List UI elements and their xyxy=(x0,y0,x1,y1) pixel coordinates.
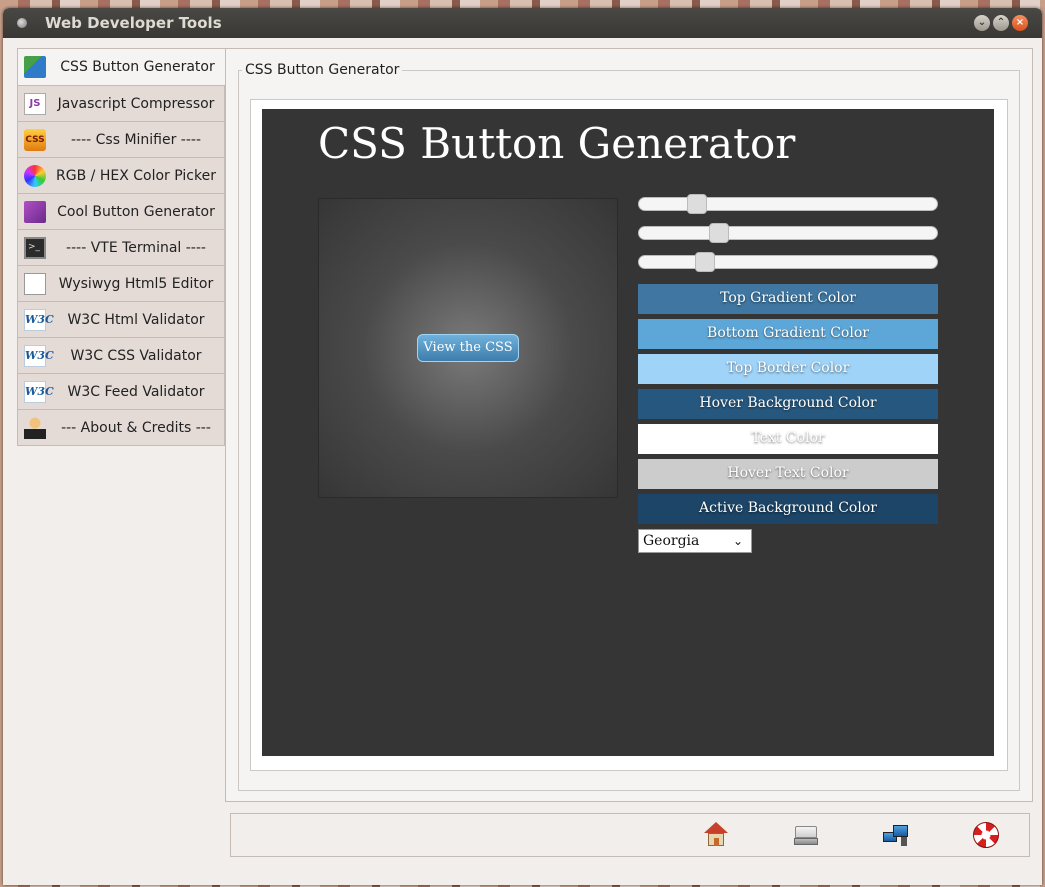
w3c-icon: W3C xyxy=(24,309,54,331)
hover-background-color-button[interactable]: Hover Background Color xyxy=(638,389,938,419)
window-title: Web Developer Tools xyxy=(45,14,222,32)
sidebar-item-label: CSS Button Generator xyxy=(60,59,215,75)
slider-1[interactable] xyxy=(638,194,938,214)
sidebar-item-label: ---- Css Minifier ---- xyxy=(70,132,202,148)
sidebar-item-label: ---- VTE Terminal ---- xyxy=(66,240,206,256)
slider-2[interactable] xyxy=(638,223,938,243)
slider-3[interactable] xyxy=(638,252,938,272)
sidebar-item-cool-button-generator[interactable]: Cool Button Generator xyxy=(17,194,225,230)
sidebar-item-css-minifier[interactable]: CSS ---- Css Minifier ---- xyxy=(17,122,225,158)
slider-thumb[interactable] xyxy=(695,252,715,272)
slider-thumb[interactable] xyxy=(687,194,707,214)
window-menu-icon[interactable] xyxy=(17,18,27,28)
sidebar-item-label: Wysiwyg Html5 Editor xyxy=(58,276,214,292)
w3c-icon: W3C xyxy=(24,345,54,367)
sidebar-item-w3c-feed-validator[interactable]: W3C W3C Feed Validator xyxy=(17,374,225,410)
active-background-color-button[interactable]: Active Background Color xyxy=(638,494,938,524)
help-icon[interactable] xyxy=(973,822,999,848)
sidebar-item-javascript-compressor[interactable]: JS Javascript Compressor xyxy=(17,86,225,122)
color-wheel-icon xyxy=(24,165,46,187)
sidebar-item-label: Javascript Compressor xyxy=(57,96,215,112)
title-bar[interactable]: Web Developer Tools ⌄ ⌃ × xyxy=(3,8,1042,38)
button-preview: View the CSS xyxy=(318,198,618,498)
terminal-icon: >_ xyxy=(24,237,46,259)
top-gradient-color-button[interactable]: Top Gradient Color xyxy=(638,284,938,314)
bottom-toolbar xyxy=(230,813,1030,857)
view-css-button[interactable]: View the CSS xyxy=(417,334,519,362)
sidebar-item-label: W3C CSS Validator xyxy=(70,348,202,364)
sidebar-item-vte-terminal[interactable]: >_ ---- VTE Terminal ---- xyxy=(17,230,225,266)
sidebar-item-label: Cool Button Generator xyxy=(57,204,215,220)
app-window: Web Developer Tools ⌄ ⌃ × CSS Button Gen… xyxy=(3,8,1042,885)
hover-text-color-button[interactable]: Hover Text Color xyxy=(638,459,938,489)
sidebar-item-w3c-html-validator[interactable]: W3C W3C Html Validator xyxy=(17,302,225,338)
person-icon xyxy=(24,417,46,439)
network-icon[interactable] xyxy=(883,822,909,848)
page-title: CSS Button Generator xyxy=(318,119,796,168)
w3c-icon: W3C xyxy=(24,381,54,403)
js-icon: JS xyxy=(24,93,46,115)
font-select[interactable]: Georgia ⌄ xyxy=(638,529,752,553)
drive-icon[interactable] xyxy=(793,822,819,848)
maximize-button[interactable]: ⌃ xyxy=(993,15,1009,31)
css-button-icon xyxy=(24,56,46,78)
close-button[interactable]: × xyxy=(1012,15,1028,31)
sidebar-item-label: RGB / HEX Color Picker xyxy=(56,168,216,184)
home-icon[interactable] xyxy=(703,822,729,848)
web-view: CSS Button Generator View the CSS Top Gr… xyxy=(262,109,994,756)
sidebar-item-label: W3C Feed Validator xyxy=(67,384,205,400)
sidebar-item-label: --- About & Credits --- xyxy=(61,420,211,436)
cool-button-icon xyxy=(24,201,46,223)
sidebar-item-w3c-css-validator[interactable]: W3C W3C CSS Validator xyxy=(17,338,225,374)
group-title: CSS Button Generator xyxy=(242,62,403,78)
font-select-value: Georgia xyxy=(643,533,700,549)
sidebar-item-color-picker[interactable]: RGB / HEX Color Picker xyxy=(17,158,225,194)
editor-icon xyxy=(24,273,46,295)
sidebar-item-about-credits[interactable]: --- About & Credits --- xyxy=(17,410,225,446)
sidebar-item-label: W3C Html Validator xyxy=(67,312,205,328)
chevron-down-icon: ⌄ xyxy=(732,534,743,548)
sidebar-item-css-button-generator[interactable]: CSS Button Generator xyxy=(17,48,227,86)
text-color-button[interactable]: Text Color xyxy=(638,424,938,454)
css-icon: CSS xyxy=(24,129,46,151)
sidebar-item-wysiwyg-editor[interactable]: Wysiwyg Html5 Editor xyxy=(17,266,225,302)
top-border-color-button[interactable]: Top Border Color xyxy=(638,354,938,384)
slider-thumb[interactable] xyxy=(709,223,729,243)
sidebar: CSS Button Generator JS Javascript Compr… xyxy=(17,48,227,446)
minimize-button[interactable]: ⌄ xyxy=(974,15,990,31)
bottom-gradient-color-button[interactable]: Bottom Gradient Color xyxy=(638,319,938,349)
